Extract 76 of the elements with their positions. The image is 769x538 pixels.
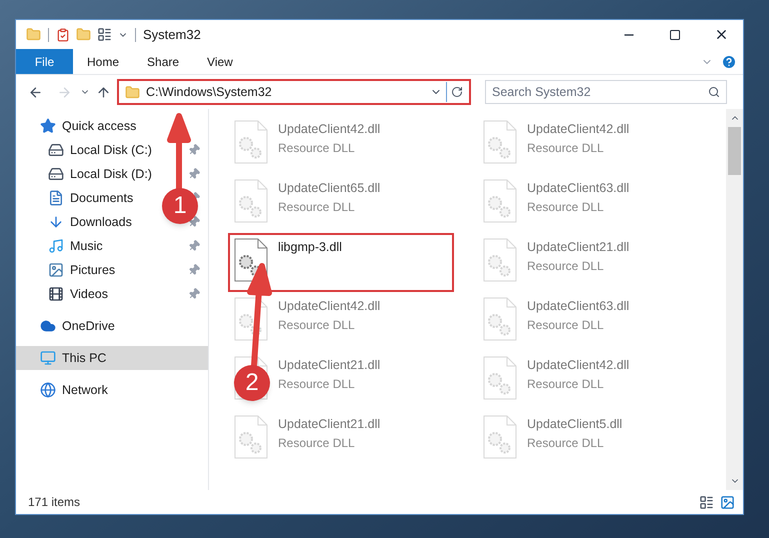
file-gear-icon <box>234 120 268 164</box>
address-bar[interactable]: C:\Windows\System32 <box>117 79 471 105</box>
ribbon-tab[interactable]: File <box>16 49 73 74</box>
file-gear-icon <box>234 415 268 459</box>
ribbon-tab[interactable]: View <box>193 49 247 74</box>
file-gear-icon <box>483 179 517 223</box>
file-type: Resource DLL <box>278 376 356 393</box>
checklist-icon[interactable] <box>56 28 70 42</box>
file-name: UpdateClient65.dll <box>278 180 380 197</box>
search-icon <box>708 86 720 98</box>
sidebar-item[interactable]: Local Disk (D:) <box>16 162 160 186</box>
drive-icon <box>48 166 64 182</box>
large-icons-view-icon[interactable] <box>720 494 735 510</box>
file-name: UpdateClient42.dll <box>278 121 380 138</box>
up-icon[interactable] <box>96 84 111 100</box>
file-type: Resource DLL <box>527 316 605 334</box>
file-name: UpdateClient21.dll <box>278 357 380 374</box>
sidebar-item[interactable]: Network <box>16 378 208 402</box>
file-gear-icon <box>483 120 517 164</box>
file-name: UpdateClient42.dll <box>527 357 630 374</box>
file-type: Resource DLL <box>278 434 356 452</box>
file-type: Resource DLL <box>527 258 605 275</box>
ribbon-tab[interactable]: Share <box>133 49 194 74</box>
film-icon <box>48 286 64 302</box>
folder-icon <box>125 84 140 100</box>
file-name: UpdateClient63.dll <box>527 180 630 197</box>
cloud-icon <box>40 318 56 334</box>
file-type: Resource DLL <box>278 140 356 157</box>
sidebar-item[interactable]: Videos <box>16 282 116 306</box>
maximize-icon[interactable] <box>669 28 681 40</box>
sidebar-item[interactable]: Quick access <box>16 114 208 138</box>
file-type: Resource DLL <box>278 316 356 334</box>
file-gear-icon <box>234 179 268 223</box>
sidebar-item[interactable]: Pictures <box>16 258 124 282</box>
document-icon <box>48 190 64 206</box>
file-name: UpdateClient42.dll <box>278 298 380 315</box>
file-name: UpdateClient21.dll <box>278 416 380 433</box>
file-gear-icon <box>483 238 517 282</box>
file-gear-icon <box>483 415 517 459</box>
file-name: UpdateClient21.dll <box>527 239 630 256</box>
drive-icon <box>48 142 64 158</box>
file-gear-icon <box>483 297 517 341</box>
star-icon <box>40 118 56 134</box>
network-icon <box>40 382 56 398</box>
details-view-icon[interactable] <box>699 494 714 510</box>
address-path: C:\Windows\System32 <box>146 84 273 101</box>
close-icon[interactable] <box>714 27 729 42</box>
window-title: System32 <box>143 26 201 44</box>
back-icon[interactable] <box>28 84 43 100</box>
file-name: UpdateClient63.dll <box>527 298 630 315</box>
search-field[interactable]: Search System32 <box>485 80 727 104</box>
scrollbar[interactable] <box>726 109 743 490</box>
scroll-thumb[interactable] <box>728 127 741 175</box>
file-name: libgmp-3.dll <box>278 239 342 256</box>
file-type: Resource DLL <box>527 434 605 452</box>
properties-icon[interactable] <box>97 27 112 42</box>
help-icon[interactable] <box>721 54 737 70</box>
music-note-icon <box>48 238 64 254</box>
sidebar-item[interactable]: Music <box>16 234 111 258</box>
file-type: Resource DLL <box>278 198 356 216</box>
picture-icon <box>48 262 64 278</box>
file-name: UpdateClient5.dll <box>527 416 622 433</box>
item-count: 171 items <box>28 494 80 511</box>
refresh-icon[interactable] <box>451 86 463 98</box>
sidebar-item[interactable]: Downloads <box>16 210 140 234</box>
sidebar-item[interactable]: Documents <box>16 186 142 210</box>
file-type: Resource DLL <box>527 198 605 216</box>
ribbon-tab[interactable]: Home <box>73 49 134 74</box>
file-name: UpdateClient42.dll <box>527 121 630 138</box>
sidebar-item[interactable]: Local Disk (C:) <box>16 138 160 162</box>
sidebar-item[interactable]: This PC <box>16 346 208 370</box>
monitor-icon <box>40 350 56 366</box>
sidebar-item[interactable]: OneDrive <box>16 314 208 338</box>
file-gear-icon <box>483 356 517 400</box>
file-type: Resource DLL <box>527 140 605 157</box>
file-type: Resource DLL <box>527 376 605 393</box>
